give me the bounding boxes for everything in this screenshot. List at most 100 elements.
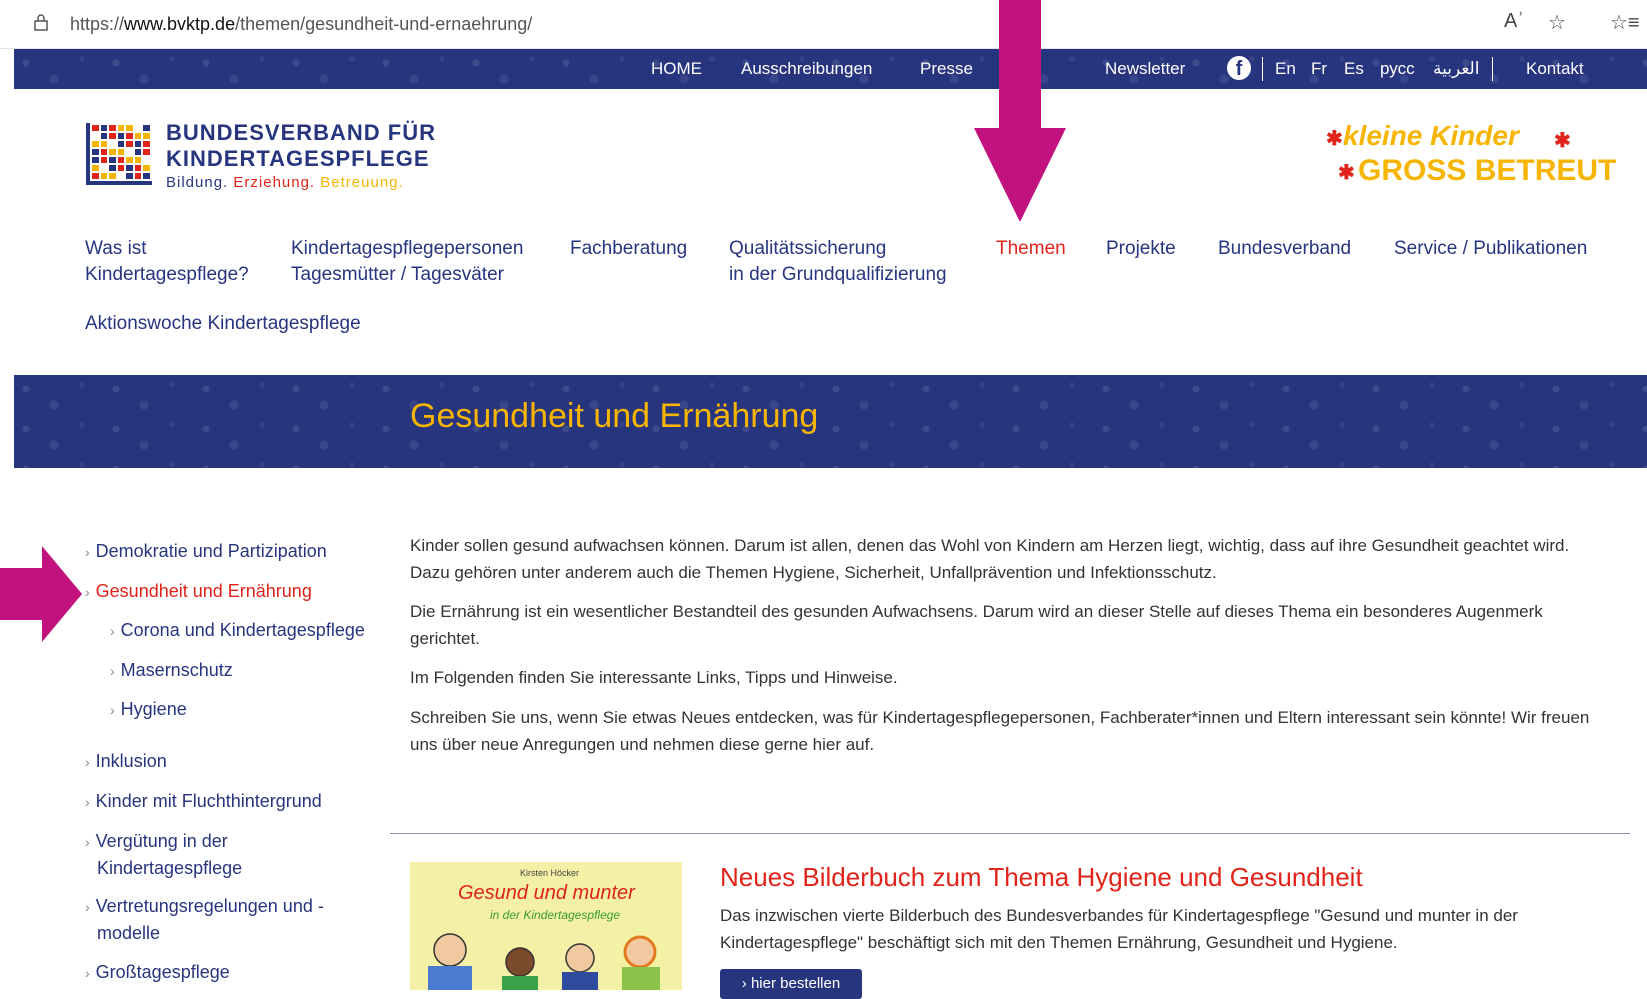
logo-mosaic-cell — [100, 149, 108, 155]
logo-mosaic-cell — [117, 173, 125, 179]
nav-themen[interactable]: Themen — [996, 236, 1066, 262]
order-button[interactable]: › hier bestellen — [720, 969, 862, 999]
sidebar-item-masernschutz[interactable]: › Masernschutz — [110, 657, 233, 684]
tagline-erziehung: Erziehung. — [233, 174, 316, 191]
logo-mosaic-cell — [143, 173, 150, 179]
campaign-line1: kleine Kinder — [1343, 120, 1519, 151]
sidebar-item-vertretungsregelungen[interactable]: › Vertretungsregelungen und - modelle — [85, 893, 324, 946]
intro-paragraph-4: Schreiben Sie uns, wenn Sie etwas Neues … — [410, 708, 1590, 754]
sidebar-item-verguetung[interactable]: › Vergütung in der Kindertagespflege — [85, 828, 242, 881]
nav-was-ist-kindertagespflege[interactable]: Was ist Kindertagespflege? — [85, 236, 249, 288]
chevron-right-icon: › — [85, 544, 90, 560]
lang-ru[interactable]: русс — [1380, 59, 1415, 79]
intro-paragraph-3: Im Folgenden finden Sie interessante Lin… — [410, 668, 898, 687]
topnav-newsletter[interactable]: Newsletter — [1105, 59, 1185, 79]
chevron-right-icon: › — [110, 623, 115, 639]
divider — [1492, 57, 1493, 81]
logo-mosaic-cell — [117, 149, 125, 155]
chevron-right-icon: › — [110, 663, 115, 679]
nav-bundesverband[interactable]: Bundesverband — [1218, 236, 1351, 262]
sidebar-item-fluchthintergrund[interactable]: › Kinder mit Fluchthintergrund — [85, 788, 322, 815]
logo-mosaic-icon — [86, 123, 152, 185]
url-path: /themen/gesundheit-und-ernaehrung/ — [235, 14, 533, 34]
campaign-logo[interactable]: ✱ kleine Kinder ✱ ✱ GROSS BETREUT — [1318, 116, 1616, 196]
lang-en[interactable]: En — [1275, 59, 1296, 79]
logo-mosaic-cell — [126, 149, 133, 155]
facebook-icon[interactable]: f — [1227, 56, 1251, 80]
sidebar-item-demokratie[interactable]: › Demokratie und Partizipation — [85, 538, 327, 565]
lang-ar[interactable]: العربية — [1433, 59, 1479, 79]
book-title: Gesund und munter — [458, 882, 635, 904]
favorites-icon[interactable]: ☆ — [1548, 10, 1566, 35]
campaign-line2: GROSS BETREUT — [1358, 154, 1617, 187]
logo-mosaic-cell — [109, 125, 116, 131]
url-text[interactable]: https://www.bvktp.de/themen/gesundheit-u… — [70, 14, 532, 35]
logo-mosaic-cell — [92, 157, 99, 163]
page-banner: Gesundheit und Ernährung — [14, 375, 1647, 468]
sidebar-item-hygiene[interactable]: › Hygiene — [110, 696, 187, 723]
intro-paragraph-1: Kinder sollen gesund aufwachsen können. … — [410, 536, 1570, 582]
logo-mosaic-cell — [134, 141, 142, 147]
nav-fachberatung[interactable]: Fachberatung — [570, 236, 687, 262]
logo-mosaic-cell — [143, 165, 150, 171]
book-cover-image[interactable]: Kirsten Höcker Gesund und munter in der … — [410, 862, 682, 990]
lang-es[interactable]: Es — [1344, 59, 1364, 79]
collections-icon[interactable]: ☆≡ — [1610, 10, 1640, 35]
logo-mosaic-cell — [143, 133, 150, 139]
sidebar-item-gesundheit[interactable]: › Gesundheit und Ernährung — [85, 578, 312, 605]
nav-service-publikationen[interactable]: Service / Publikationen — [1394, 236, 1587, 262]
topnav-presse[interactable]: Presse — [920, 59, 973, 79]
logo-mosaic-cell — [117, 157, 125, 163]
logo-mosaic-cell — [109, 173, 116, 179]
top-navigation-bar: HOME Ausschreibungen Presse he Newslette… — [14, 49, 1647, 89]
logo-mosaic-cell — [143, 141, 150, 147]
nav-projekte[interactable]: Projekte — [1106, 236, 1176, 262]
logo-mosaic-cell — [134, 125, 142, 131]
logo-mosaic-cell — [100, 173, 108, 179]
chevron-right-icon: › — [85, 794, 90, 810]
logo-mosaic-cell — [126, 157, 133, 163]
url-domain: www.bvktp.de — [124, 14, 236, 34]
sidebar-item-grosstagespflege[interactable]: › Großtagespflege — [85, 959, 230, 986]
tagline-bildung: Bildung. — [166, 174, 229, 191]
nav-kindertagespflegepersonen[interactable]: Kindertagespflegepersonen Tagesmütter / T… — [291, 236, 523, 288]
logo-mosaic-cell — [92, 173, 99, 179]
nav-qualitaetssicherung[interactable]: Qualitätssicherung in der Grundqualifizie… — [729, 236, 947, 288]
logo-mosaic-cell — [100, 125, 108, 131]
logo-mosaic-cell — [117, 165, 125, 171]
section-divider — [390, 833, 1630, 834]
browser-address-bar[interactable]: https://www.bvktp.de/themen/gesundheit-u… — [0, 0, 1647, 49]
logo-mosaic-cell — [134, 157, 142, 163]
star-icon: ✱ — [1554, 130, 1571, 152]
children-illustration-icon — [428, 933, 660, 990]
nav-aktionswoche[interactable]: Aktionswoche Kindertagespflege — [85, 311, 361, 337]
chevron-right-icon: › — [85, 834, 90, 850]
logo-tagline: Bildung. Erziehung. Betreuung. — [166, 174, 404, 191]
logo-mosaic-cell — [109, 141, 116, 147]
topnav-ausschreibungen[interactable]: Ausschreibungen — [741, 59, 872, 79]
logo-mosaic-cell — [134, 165, 142, 171]
chevron-right-icon: › — [85, 965, 90, 981]
page-title: Gesundheit und Ernährung — [410, 397, 819, 435]
topnav-kontakt[interactable]: Kontakt — [1526, 59, 1584, 79]
logo-mosaic-cell — [100, 133, 108, 139]
chevron-right-icon: › — [110, 702, 115, 718]
read-aloud-icon[interactable]: Aʾ — [1504, 10, 1524, 33]
logo-mosaic-cell — [109, 165, 116, 171]
chevron-right-icon: › — [85, 754, 90, 770]
logo-mosaic-cell — [100, 141, 108, 147]
book-author: Kirsten Höcker — [520, 868, 580, 878]
news-title[interactable]: Neues Bilderbuch zum Thema Hygiene und G… — [720, 862, 1363, 893]
topnav-home[interactable]: HOME — [651, 59, 702, 79]
logo-mosaic-cell — [126, 141, 133, 147]
sidebar-item-inklusion[interactable]: › Inklusion — [85, 748, 167, 775]
news-text: Das inzwischen vierte Bilderbuch des Bun… — [720, 906, 1518, 952]
lang-fr[interactable]: Fr — [1311, 59, 1327, 79]
logo-mosaic-cell — [143, 157, 150, 163]
logo-mosaic-cell — [134, 173, 142, 179]
logo-mosaic-cell — [134, 133, 142, 139]
logo-mosaic-cell — [100, 157, 108, 163]
logo-mosaic-cell — [92, 141, 99, 147]
sidebar-item-corona[interactable]: › Corona und Kindertagespflege — [110, 617, 365, 644]
logo-mosaic-cell — [143, 125, 150, 131]
